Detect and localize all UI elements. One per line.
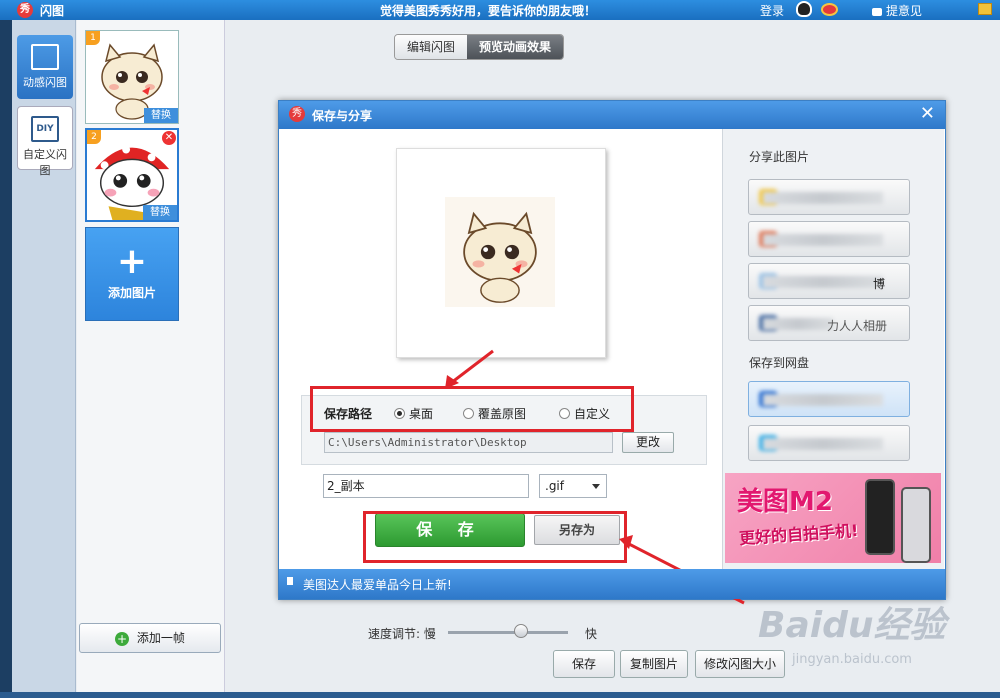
mode-dynamic-flash[interactable]: 动感闪图 <box>17 35 73 99</box>
status-bar <box>0 692 1000 698</box>
blurred-label <box>763 394 883 406</box>
title-bar: 秀 闪图 觉得美图秀秀好用，要告诉你的朋友哦！ 登录 提意见 <box>0 0 1000 20</box>
watermark-url: jingyan.baidu.com <box>792 652 912 667</box>
frame-panel: 1 替换 2 ✕ 替换 + 添加图片 + 添加一帧 <box>77 20 225 698</box>
replace-button[interactable]: 替换 <box>143 205 177 220</box>
feedback-icon <box>872 7 882 16</box>
footer-message[interactable]: 美图达人最爱单品今日上新! <box>303 576 452 593</box>
speed-slider-track[interactable] <box>448 631 568 634</box>
diy-icon: DIY <box>31 116 59 142</box>
add-picture-button[interactable]: + 添加图片 <box>85 227 179 321</box>
weibo-icon[interactable] <box>821 3 838 16</box>
blurred-label <box>763 192 883 204</box>
share-button-1[interactable] <box>748 179 910 215</box>
save-share-dialog: 秀 保存与分享 ✕ 保存路径 桌面 覆盖原图 自定义 C:\Users\Admi… <box>278 100 946 605</box>
share-label-fragment: 力人人相册 <box>826 319 887 333</box>
copy-image-button[interactable]: 复制图片 <box>620 650 688 678</box>
share-button-3[interactable]: 博 <box>748 263 910 299</box>
tab-preview-animation[interactable]: 预览动画效果 <box>467 35 564 59</box>
speed-label: 速度调节: 慢 <box>368 627 436 641</box>
add-frame-label: 添加一帧 <box>136 631 185 645</box>
share-panel: 分享此图片 博 力人人相册 保存到网盘 美图M2 更好的自拍手机! <box>722 129 944 569</box>
phone-image <box>901 487 931 563</box>
ad-subtitle: 更好的自拍手机! <box>738 520 859 549</box>
blurred-label <box>763 318 833 330</box>
dialog-header: 秀 保存与分享 ✕ <box>279 101 945 129</box>
phone-image <box>865 479 895 555</box>
blurred-label <box>763 234 883 246</box>
add-frame-button[interactable]: + 添加一帧 <box>79 623 221 653</box>
frame-thumbnail-1[interactable]: 1 替换 <box>85 30 179 124</box>
login-link[interactable]: 登录 <box>760 2 784 19</box>
netdisk-heading: 保存到网盘 <box>749 356 810 370</box>
dialog-body: 保存路径 桌面 覆盖原图 自定义 C:\Users\Administrator\… <box>279 129 945 605</box>
resize-flash-button[interactable]: 修改闪图大小 <box>695 650 785 678</box>
speed-slider-knob[interactable] <box>514 624 528 638</box>
replace-button[interactable]: 替换 <box>144 108 178 123</box>
qq-icon[interactable] <box>796 1 812 17</box>
mode-nav: 动感闪图 DIY 自定义闪图 <box>12 20 76 698</box>
sparkle-icon <box>31 44 59 70</box>
netdisk-button-2[interactable] <box>748 425 910 461</box>
mode-label: 自定义闪图 <box>23 148 67 177</box>
ad-title: 美图M2 <box>737 487 833 517</box>
share-label-fragment: 博 <box>872 277 885 291</box>
blurred-label <box>763 276 883 288</box>
add-picture-label: 添加图片 <box>107 286 156 300</box>
tab-edit-flash[interactable]: 编辑闪图 <box>395 35 468 59</box>
share-button-4[interactable]: 力人人相册 <box>748 305 910 341</box>
frame-number-badge: 2 <box>87 130 101 144</box>
frame-number-badge: 1 <box>86 31 100 45</box>
frame-thumbnail-2[interactable]: 2 ✕ 替换 <box>85 128 179 222</box>
view-tabs: 编辑闪图 预览动画效果 <box>394 34 565 60</box>
watermark-logo: Baidu经验 <box>758 605 946 646</box>
plus-icon: + <box>116 241 148 282</box>
speed-fast-label: 快 <box>585 627 598 641</box>
ad-banner[interactable]: 美图M2 更好的自拍手机! <box>725 473 941 563</box>
desktop-strip <box>0 20 12 698</box>
close-icon[interactable]: ✕ <box>920 104 935 124</box>
dialog-logo-icon: 秀 <box>289 106 305 122</box>
mode-custom-flash[interactable]: DIY 自定义闪图 <box>17 106 73 177</box>
netdisk-button-1[interactable] <box>748 381 910 417</box>
dialog-title: 保存与分享 <box>312 109 373 123</box>
app-logo-icon: 秀 <box>17 2 33 18</box>
mode-label: 动感闪图 <box>23 76 67 89</box>
feedback-label: 提意见 <box>886 4 923 18</box>
share-button-2[interactable] <box>748 221 910 257</box>
window-skin-icon[interactable] <box>978 3 992 15</box>
app-name: 闪图 <box>40 4 65 18</box>
add-frame-icon: + <box>115 631 130 646</box>
save-button[interactable]: 保存 <box>553 650 615 678</box>
dialog-footer: 美图达人最爱单品今日上新! <box>279 569 945 599</box>
speaker-icon <box>287 577 293 585</box>
share-heading: 分享此图片 <box>749 150 810 164</box>
feedback-link[interactable]: 提意见 <box>872 2 922 19</box>
blurred-label <box>763 438 883 450</box>
delete-frame-icon[interactable]: ✕ <box>162 131 176 145</box>
slogan: 觉得美图秀秀好用，要告诉你的朋友哦！ <box>380 4 597 18</box>
